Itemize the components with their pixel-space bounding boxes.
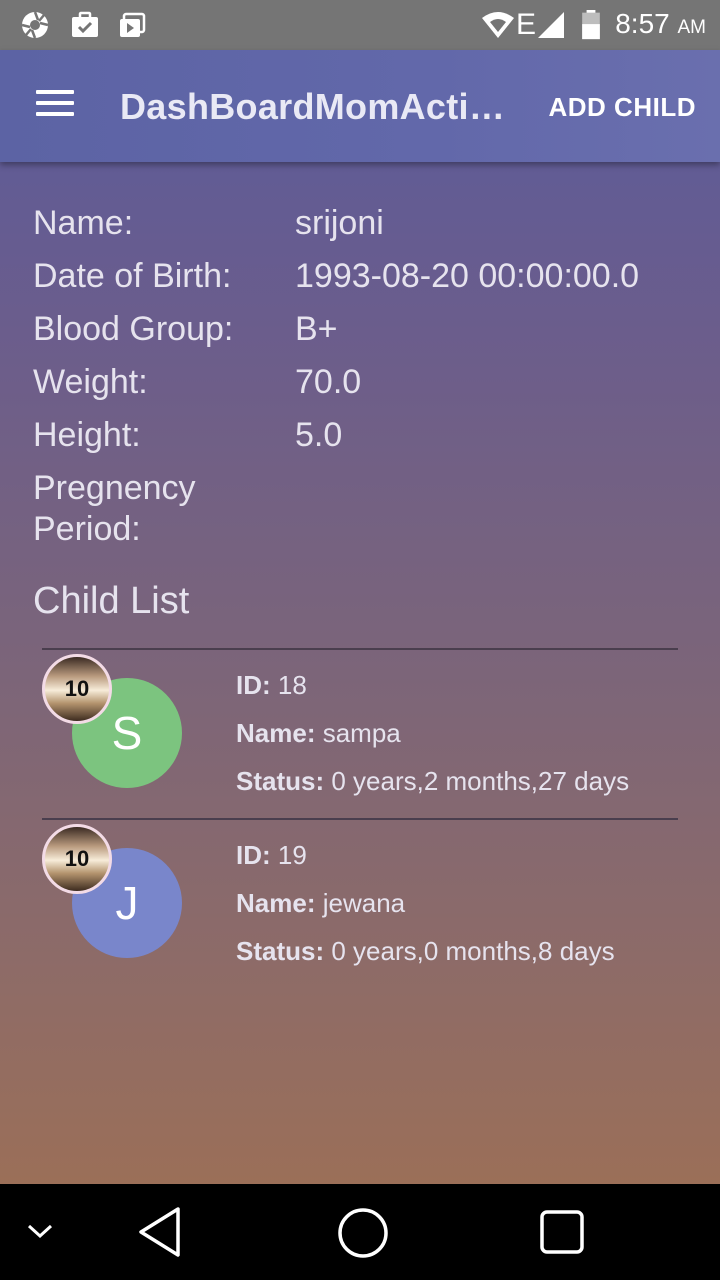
recents-icon[interactable] <box>538 1208 586 1256</box>
add-child-button[interactable]: ADD CHILD <box>549 92 697 123</box>
child-name: Name: sampa <box>236 718 401 748</box>
child-list-item[interactable]: S 10 ID: 18 Name: sampa Status: 0 years,… <box>0 650 720 820</box>
main-screen: DashBoardMomActi… ADD CHILD Name: srijon… <box>0 50 720 1184</box>
pregnancy-period-label-line2: Period: <box>33 510 141 548</box>
wifi-icon <box>482 12 514 38</box>
blood-group-value: B+ <box>295 310 338 348</box>
child-list-title: Child List <box>33 580 190 622</box>
briefcase-check-icon <box>72 11 98 37</box>
child-id: ID: 19 <box>236 840 307 870</box>
dob-label: Date of Birth: <box>33 257 232 295</box>
status-bar: E 8:57 AM <box>0 0 720 50</box>
signal-icon <box>538 12 564 38</box>
weight-label: Weight: <box>33 363 148 401</box>
pregnancy-period-label-line1: Pregnency <box>33 469 196 507</box>
blood-group-label: Blood Group: <box>33 310 234 348</box>
child-name: Name: jewana <box>236 888 406 918</box>
height-label: Height: <box>33 416 141 454</box>
name-value: srijoni <box>295 204 384 242</box>
child-status: Status: 0 years,2 months,27 days <box>236 766 630 796</box>
navigation-bar <box>0 1184 720 1280</box>
network-type: E <box>516 8 537 41</box>
camera-aperture-icon <box>21 11 49 39</box>
child-id: ID: 18 <box>236 670 307 700</box>
height-value: 5.0 <box>295 416 343 454</box>
back-icon[interactable] <box>136 1206 184 1258</box>
weight-value: 70.0 <box>295 363 362 401</box>
app-title: DashBoardMomActi… <box>120 86 506 127</box>
age-badge: 10 <box>42 824 112 894</box>
child-list-item[interactable]: J 10 ID: 19 Name: jewana Status: 0 years… <box>0 820 720 990</box>
hamburger-menu-icon[interactable] <box>36 90 76 120</box>
app-bar: DashBoardMomActi… ADD CHILD <box>0 50 720 162</box>
name-label: Name: <box>33 204 134 242</box>
hide-keyboard-icon[interactable] <box>26 1222 54 1242</box>
clock: 8:57 AM <box>615 8 706 39</box>
child-status: Status: 0 years,0 months,8 days <box>236 936 615 966</box>
home-icon[interactable] <box>336 1206 390 1260</box>
battery-icon <box>582 10 600 40</box>
age-badge: 10 <box>42 654 112 724</box>
dob-value: 1993-08-20 00:00:00.0 <box>295 257 640 295</box>
play-store-icon <box>120 12 146 37</box>
